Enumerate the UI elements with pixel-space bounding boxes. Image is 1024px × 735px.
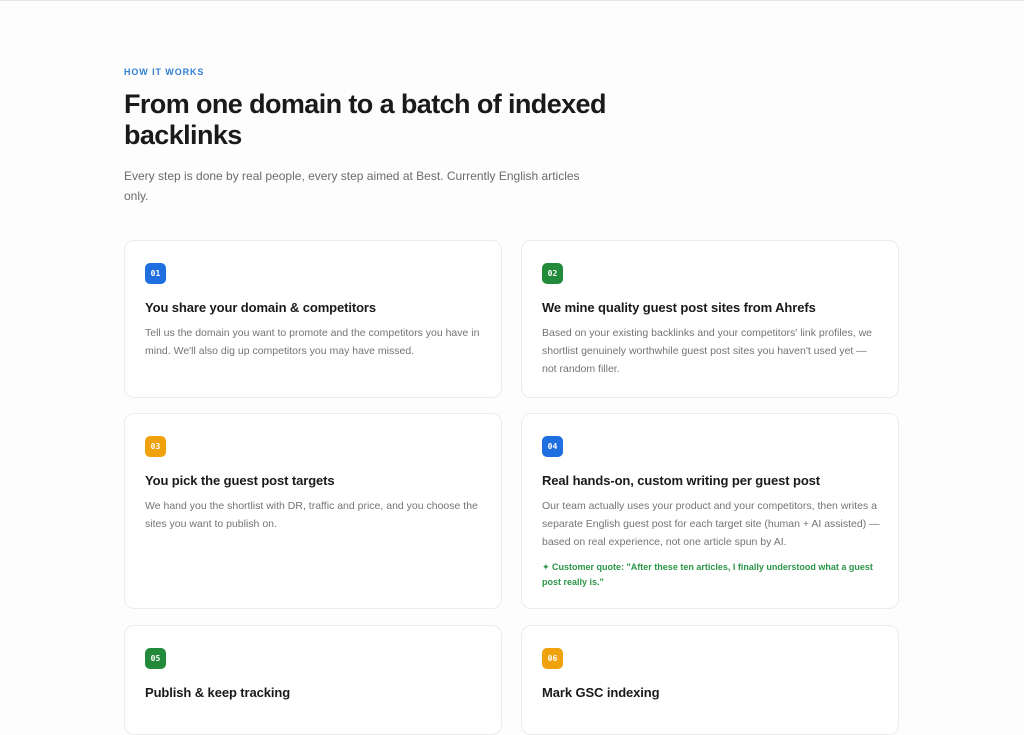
step-title: Real hands-on, custom writing per guest … xyxy=(542,473,821,488)
step-card-2: 02 We mine quality guest post sites from… xyxy=(521,240,899,398)
section-eyebrow: HOW IT WORKS xyxy=(124,67,205,77)
step-card-3: 03 You pick the guest post targets We ha… xyxy=(124,413,502,609)
step-title: You share your domain & competitors xyxy=(145,300,377,315)
step-description: We hand you the shortlist with DR, traff… xyxy=(145,500,478,530)
step-title: You pick the guest post targets xyxy=(145,473,335,488)
step-card-4: 04 Real hands-on, custom writing per gue… xyxy=(521,413,899,609)
step-card-5: 05 Publish & keep tracking xyxy=(124,625,502,735)
step-title: Publish & keep tracking xyxy=(145,685,291,700)
step-title: We mine quality guest post sites from Ah… xyxy=(542,300,816,315)
step-description: Tell us the domain you want to promote a… xyxy=(145,327,480,357)
step-number-badge: 06 xyxy=(542,648,563,669)
step-number-badge: 01 xyxy=(145,263,166,284)
step-number-badge: 02 xyxy=(542,263,563,284)
step-title: Mark GSC indexing xyxy=(542,685,660,700)
step-number-badge: 03 xyxy=(145,436,166,457)
step-card-1: 01 You share your domain & competitors T… xyxy=(124,240,502,398)
step-card-6: 06 Mark GSC indexing xyxy=(521,625,899,735)
section-subtitle: Every step is done by real people, every… xyxy=(124,169,580,203)
step-number-badge: 04 xyxy=(542,436,563,457)
section-title: From one domain to a batch of indexed ba… xyxy=(124,89,606,150)
step-description: Our team actually uses your product and … xyxy=(542,500,880,548)
customer-quote: ✦ Customer quote: "After these ten artic… xyxy=(542,562,873,587)
step-description: Based on your existing backlinks and you… xyxy=(542,327,872,375)
step-number-badge: 05 xyxy=(145,648,166,669)
